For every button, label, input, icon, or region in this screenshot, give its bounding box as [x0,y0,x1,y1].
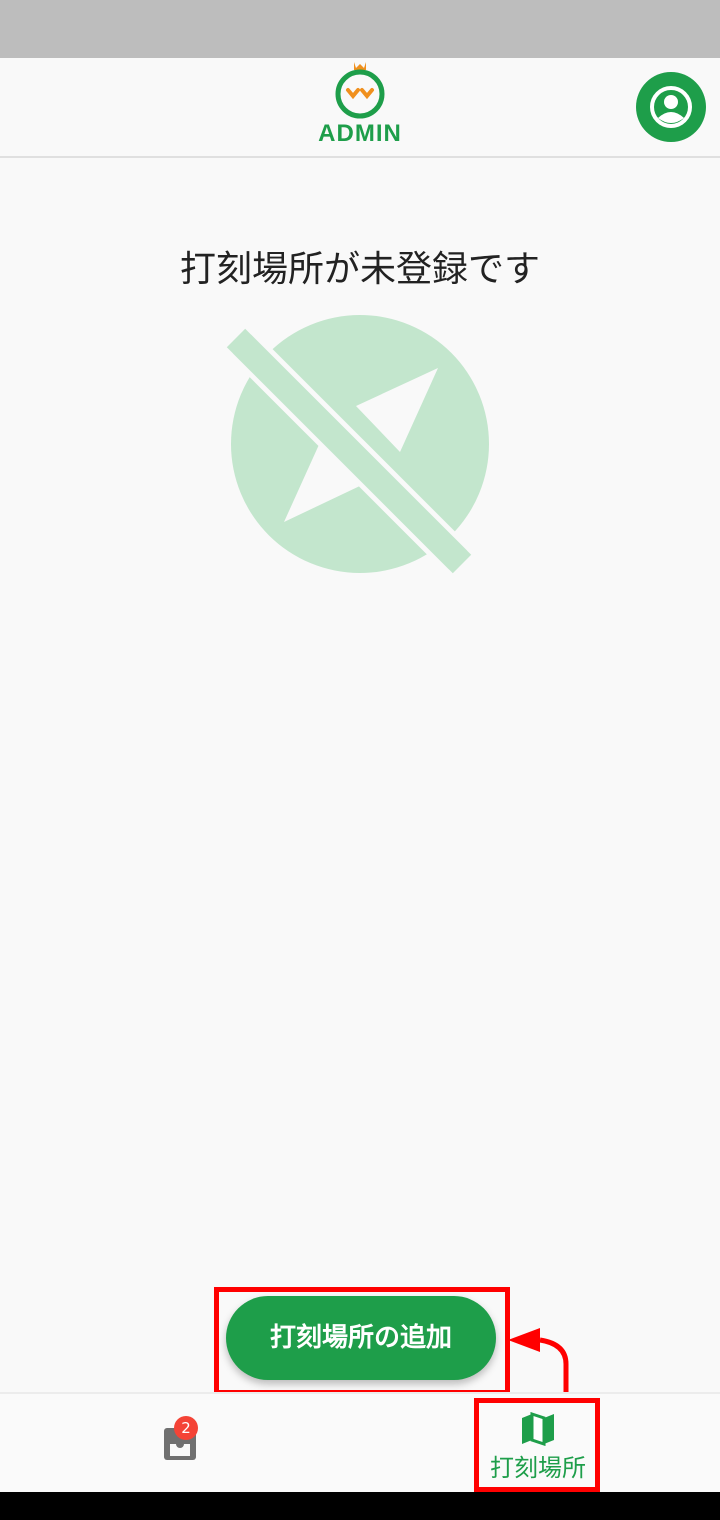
bottom-navigation: 2 打刻場所 [0,1392,720,1494]
empty-state-title: 打刻場所が未登録です [179,249,540,290]
map-icon [522,1412,554,1446]
account-circle-icon [650,86,692,128]
logo-text: ADMIN [318,120,402,147]
app-header: ADMIN [0,58,720,158]
account-button[interactable] [636,72,706,142]
add-location-button[interactable]: 打刻場所の追加 [226,1296,496,1380]
nav-label-locations: 打刻場所 [490,1454,586,1482]
system-navigation-bar [0,1492,720,1520]
location-off-icon [226,315,489,577]
nav-item-inbox[interactable]: 2 [150,1414,210,1474]
admin-logo: ADMIN [310,58,410,156]
status-bar [0,0,720,58]
inbox-badge: 2 [174,1416,198,1440]
mascot-icon [335,62,385,119]
nav-item-locations[interactable]: 打刻場所 [478,1394,598,1494]
